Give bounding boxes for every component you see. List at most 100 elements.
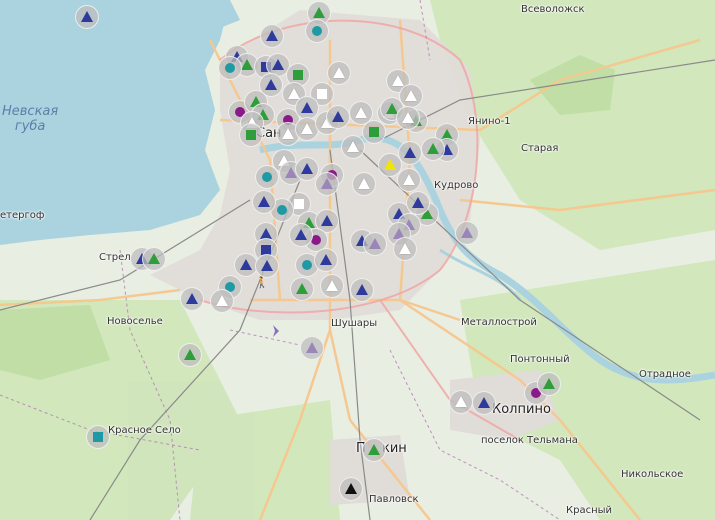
circle-teal-icon [262, 172, 272, 182]
square-green-icon [293, 70, 303, 80]
airport-icon [273, 325, 279, 337]
place-label-yanino: Янино-1 [468, 116, 511, 127]
map-marker-ci-teal[interactable] [305, 19, 329, 43]
triangle-blue-icon [258, 196, 270, 207]
triangle-blue-icon [186, 293, 198, 304]
triangle-blue-icon [412, 197, 424, 208]
square-green-icon [369, 127, 379, 137]
triangle-blue-icon [332, 111, 344, 122]
map-marker-tri-white[interactable] [352, 172, 376, 196]
map-marker-tri-green[interactable] [537, 372, 561, 396]
map-marker-tri-green[interactable] [142, 247, 166, 271]
square-white-icon [294, 199, 304, 209]
map-marker-tri-white[interactable] [210, 289, 234, 313]
triangle-white-icon [288, 88, 300, 99]
map-marker-tri-blue[interactable] [295, 157, 319, 181]
map-marker-tri-blue[interactable] [255, 254, 279, 278]
square-green-icon [246, 130, 256, 140]
triangle-blue-icon [265, 79, 277, 90]
triangle-purple-icon [321, 178, 333, 189]
place-label-krasnoe-selo: Красное Село [108, 425, 181, 436]
map-canvas[interactable]: Всеволожск Янино-1 Старая Кудрово Невска… [0, 0, 715, 520]
map-marker-tri-black[interactable] [339, 477, 363, 501]
map-marker-sq-green[interactable] [239, 123, 263, 147]
circle-teal-icon [302, 260, 312, 270]
triangle-white-icon [358, 178, 370, 189]
map-marker-tri-blue[interactable] [406, 191, 430, 215]
triangle-green-icon [296, 283, 308, 294]
map-marker-tri-blue[interactable] [326, 105, 350, 129]
map-marker-tri-green[interactable] [178, 343, 202, 367]
triangle-blue-icon [81, 11, 93, 22]
map-marker-ci-teal[interactable] [218, 56, 242, 80]
triangle-blue-icon [266, 30, 278, 41]
map-marker-tri-white[interactable] [327, 61, 351, 85]
map-marker-tri-purple[interactable] [300, 336, 324, 360]
place-label-strelna: Стрел [99, 252, 131, 263]
place-label-metallostroy: Металлострой [461, 317, 537, 328]
map-marker-tri-green[interactable] [421, 137, 445, 161]
circle-teal-icon [312, 26, 322, 36]
triangle-green-icon [368, 444, 380, 455]
triangle-white-icon [216, 295, 228, 306]
map-marker-tri-white[interactable] [449, 390, 473, 414]
place-label-otradnoye: Отрадное [639, 369, 691, 380]
map-marker-tri-white[interactable] [399, 84, 423, 108]
triangle-blue-icon [404, 147, 416, 158]
map-marker-tri-blue[interactable] [180, 287, 204, 311]
triangle-white-icon [402, 112, 414, 123]
triangle-purple-icon [306, 342, 318, 353]
triangle-white-icon [455, 396, 467, 407]
triangle-blue-icon [301, 163, 313, 174]
place-label-pontonny: Понтонный [510, 354, 570, 365]
place-label-vsevolozhsk: Всеволожск [521, 4, 585, 15]
map-marker-tri-green[interactable] [290, 277, 314, 301]
place-label-krasny: Красный [566, 505, 613, 516]
water-label-nevskaya-guba: Невская губа [2, 104, 59, 134]
map-marker-tri-green[interactable] [362, 438, 386, 462]
triangle-blue-icon [272, 59, 284, 70]
triangle-blue-icon [356, 284, 368, 295]
place-label-kudrovo: Кудрово [434, 180, 479, 191]
map-marker-tri-white[interactable] [320, 274, 344, 298]
map-marker-tri-blue[interactable] [260, 24, 284, 48]
map-marker-tri-white[interactable] [397, 168, 421, 192]
triangle-blue-icon [478, 397, 490, 408]
map-marker-tri-white[interactable] [393, 237, 417, 261]
map-marker-tri-blue[interactable] [75, 5, 99, 29]
place-label-telmana: поселок Тельмана [481, 435, 578, 446]
map-marker-tri-blue[interactable] [252, 190, 276, 214]
triangle-purple-icon [461, 227, 473, 238]
map-marker-tri-purple[interactable] [315, 172, 339, 196]
triangle-blue-icon [261, 260, 273, 271]
map-marker-tri-white[interactable] [396, 106, 420, 130]
map-marker-tri-blue[interactable] [472, 391, 496, 415]
place-label-pavlovsk: Павловск [369, 494, 419, 505]
square-white-icon [317, 89, 327, 99]
map-marker-tri-white[interactable] [341, 135, 365, 159]
circle-teal-icon [277, 205, 287, 215]
map-marker-tri-blue[interactable] [289, 223, 313, 247]
map-marker-tri-blue[interactable] [314, 248, 338, 272]
triangle-green-icon [241, 59, 253, 70]
triangle-black-icon [345, 483, 357, 494]
triangle-blue-icon [295, 229, 307, 240]
map-marker-tri-blue[interactable] [350, 278, 374, 302]
place-label-nikolskoye: Никольское [621, 469, 684, 480]
triangle-white-icon [392, 75, 404, 86]
triangle-blue-icon [240, 259, 252, 270]
map-marker-tri-purple[interactable] [455, 221, 479, 245]
place-label-petergof: етергоф [0, 210, 45, 221]
place-label-novoselye: Новоселье [107, 316, 163, 327]
triangle-purple-icon [369, 238, 381, 249]
triangle-blue-icon [301, 102, 313, 113]
triangle-blue-icon [321, 215, 333, 226]
map-marker-tri-purple[interactable] [363, 232, 387, 256]
square-teal-icon [93, 432, 103, 442]
triangle-green-icon [313, 7, 325, 18]
triangle-green-icon [148, 253, 160, 264]
map-marker-sq-teal[interactable] [86, 425, 110, 449]
place-label-shushary: Шушары [331, 318, 378, 329]
triangle-white-icon [282, 128, 294, 139]
triangle-white-icon [403, 174, 415, 185]
